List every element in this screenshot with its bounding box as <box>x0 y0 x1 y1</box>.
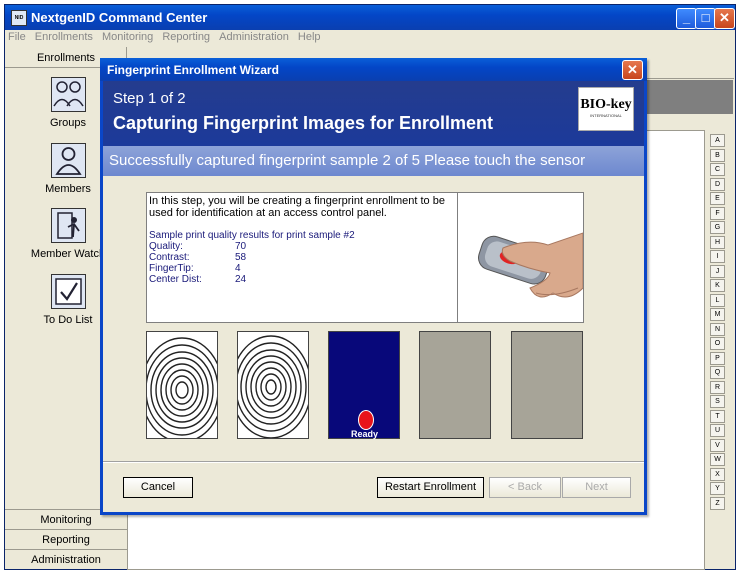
menu-monitoring[interactable]: Monitoring <box>102 31 153 43</box>
alpha-index-a[interactable]: A <box>710 134 725 147</box>
logo-text: BIO-key <box>580 97 632 112</box>
back-button[interactable]: < Back <box>489 477 561 498</box>
contrast-label: Contrast: <box>149 252 190 263</box>
alpha-index-p[interactable]: P <box>710 351 725 365</box>
minimize-button[interactable]: _ <box>676 8 697 29</box>
quality-label: Quality: <box>149 241 183 252</box>
ready-indicator-icon <box>358 410 374 430</box>
panel-reporting[interactable]: Reporting <box>5 529 127 549</box>
window-title: NextgenID Command Center <box>31 10 208 25</box>
alpha-index-w[interactable]: W <box>710 453 725 466</box>
alpha-index-z[interactable]: Z <box>710 496 725 510</box>
alpha-index-s[interactable]: S <box>710 395 725 408</box>
alpha-index-u[interactable]: U <box>710 424 725 437</box>
dialog-close-button[interactable]: ✕ <box>622 60 643 80</box>
alpha-index-b[interactable]: B <box>710 148 725 162</box>
close-button[interactable]: ✕ <box>714 8 735 29</box>
groups-icon <box>50 77 86 112</box>
divider <box>103 461 644 463</box>
fingertip-row: FingerTip: 4 <box>149 263 457 274</box>
alpha-index-x[interactable]: X <box>710 467 725 481</box>
fingerprint-sample-ready: Ready <box>328 331 400 439</box>
center-dist-value: 24 <box>235 274 247 285</box>
bio-key-logo: BIO-key INTERNATIONAL <box>578 87 634 131</box>
center-dist-row: Center Dist: 24 <box>149 274 457 285</box>
title-bar[interactable]: NID NextgenID Command Center _ □ ✕ <box>5 5 735 30</box>
alpha-index-c[interactable]: C <box>710 163 725 176</box>
quality-heading: Sample print quality results for print s… <box>149 230 355 241</box>
alpha-index-e[interactable]: E <box>710 192 725 205</box>
contrast-value: 58 <box>235 252 247 263</box>
fingerprint-scanner-image <box>457 193 583 322</box>
alpha-index-n[interactable]: N <box>710 322 725 336</box>
fingerprint-sample-4 <box>419 331 491 439</box>
capture-status-bar: Successfully captured fingerprint sample… <box>103 146 644 176</box>
alpha-index-r[interactable]: R <box>710 380 725 394</box>
member-icon <box>50 143 86 178</box>
ready-label: Ready <box>351 429 379 439</box>
dialog-title: Fingerprint Enrollment Wizard <box>107 63 279 77</box>
step-header: Step 1 of 2 Capturing Fingerprint Images… <box>103 81 644 146</box>
logo-subtext: INTERNATIONAL <box>590 113 622 118</box>
intro-text: In this step, you will be creating a fin… <box>149 195 445 219</box>
step-number: Step 1 of 2 <box>113 90 186 107</box>
quality-row: Quality: 70 <box>149 241 457 252</box>
fingerprint-sample-1 <box>140 331 224 443</box>
center-dist-label: Center Dist: <box>149 274 202 285</box>
restart-enrollment-button[interactable]: Restart Enrollment <box>377 477 484 498</box>
capture-status: Successfully captured fingerprint sample… <box>109 152 586 169</box>
alpha-index-f[interactable]: F <box>710 206 725 220</box>
step-heading: Capturing Fingerprint Images for Enrollm… <box>113 113 494 133</box>
fingerprint-sample-2 <box>230 331 312 439</box>
fingerprint-sample-5 <box>511 331 583 439</box>
alpha-index-o[interactable]: O <box>710 337 725 350</box>
menu-reporting[interactable]: Reporting <box>162 31 210 43</box>
quality-value: 70 <box>235 241 247 252</box>
alpha-index-v[interactable]: V <box>710 438 725 452</box>
menu-administration[interactable]: Administration <box>219 31 289 43</box>
alpha-index-j[interactable]: J <box>710 264 725 278</box>
alpha-index-t[interactable]: T <box>710 409 725 423</box>
menu-help[interactable]: Help <box>298 31 321 43</box>
app-icon: NID <box>11 10 27 26</box>
fingertip-label: FingerTip: <box>149 263 194 274</box>
alpha-index-l[interactable]: L <box>710 293 725 307</box>
alpha-index-h[interactable]: H <box>710 235 725 249</box>
info-panel: In this step, you will be creating a fin… <box>146 192 584 323</box>
panel-administration[interactable]: Administration <box>5 549 127 569</box>
cancel-button[interactable]: Cancel <box>123 477 193 498</box>
member-watch-icon <box>50 208 86 243</box>
fingertip-value: 4 <box>235 263 241 274</box>
checkbox-icon <box>50 274 86 309</box>
alpha-index-k[interactable]: K <box>710 279 725 292</box>
menu-file[interactable]: File <box>8 31 26 43</box>
contrast-row: Contrast: 58 <box>149 252 457 263</box>
alpha-index-q[interactable]: Q <box>710 366 725 379</box>
alpha-index-g[interactable]: G <box>710 221 725 234</box>
dialog-title-bar[interactable]: Fingerprint Enrollment Wizard ✕ <box>100 58 647 81</box>
maximize-button[interactable]: □ <box>695 8 716 29</box>
menu-enrollments[interactable]: Enrollments <box>35 31 93 43</box>
alpha-index-d[interactable]: D <box>710 177 725 191</box>
alpha-index-y[interactable]: Y <box>710 482 725 495</box>
menu-bar: File Enrollments Monitoring Reporting Ad… <box>5 30 735 46</box>
alpha-index-i[interactable]: I <box>710 250 725 263</box>
alpha-index-m[interactable]: M <box>710 308 725 321</box>
next-button[interactable]: Next <box>562 477 631 498</box>
